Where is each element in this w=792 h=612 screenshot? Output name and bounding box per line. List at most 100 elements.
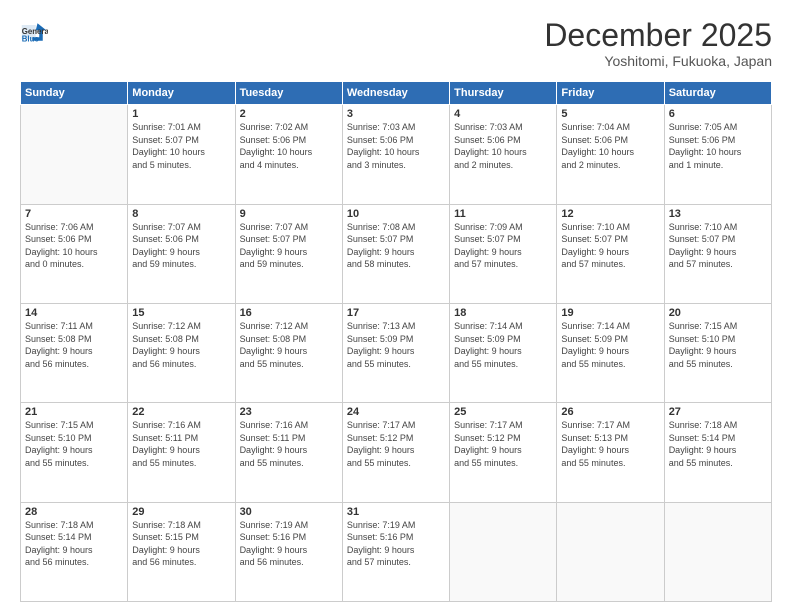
day-info: Sunrise: 7:11 AM Sunset: 5:08 PM Dayligh…	[25, 320, 123, 370]
day-info: Sunrise: 7:12 AM Sunset: 5:08 PM Dayligh…	[132, 320, 230, 370]
day-number: 9	[240, 208, 338, 220]
day-info: Sunrise: 7:02 AM Sunset: 5:06 PM Dayligh…	[240, 121, 338, 171]
day-number: 7	[25, 208, 123, 220]
day-cell-1-0: 7Sunrise: 7:06 AM Sunset: 5:06 PM Daylig…	[21, 204, 128, 303]
logo: General Blue	[20, 18, 48, 46]
day-cell-0-2: 2Sunrise: 7:02 AM Sunset: 5:06 PM Daylig…	[235, 105, 342, 204]
day-cell-0-5: 5Sunrise: 7:04 AM Sunset: 5:06 PM Daylig…	[557, 105, 664, 204]
day-info: Sunrise: 7:15 AM Sunset: 5:10 PM Dayligh…	[25, 419, 123, 469]
day-number: 3	[347, 108, 445, 120]
day-number: 6	[669, 108, 767, 120]
day-cell-0-0	[21, 105, 128, 204]
day-number: 31	[347, 506, 445, 518]
day-cell-3-5: 26Sunrise: 7:17 AM Sunset: 5:13 PM Dayli…	[557, 403, 664, 502]
day-number: 1	[132, 108, 230, 120]
day-cell-2-6: 20Sunrise: 7:15 AM Sunset: 5:10 PM Dayli…	[664, 303, 771, 402]
day-number: 30	[240, 506, 338, 518]
day-info: Sunrise: 7:07 AM Sunset: 5:07 PM Dayligh…	[240, 221, 338, 271]
day-number: 16	[240, 307, 338, 319]
day-cell-0-3: 3Sunrise: 7:03 AM Sunset: 5:06 PM Daylig…	[342, 105, 449, 204]
day-number: 22	[132, 406, 230, 418]
weekday-header-row: Sunday Monday Tuesday Wednesday Thursday…	[21, 82, 772, 105]
day-number: 13	[669, 208, 767, 220]
day-info: Sunrise: 7:17 AM Sunset: 5:12 PM Dayligh…	[454, 419, 552, 469]
day-info: Sunrise: 7:17 AM Sunset: 5:12 PM Dayligh…	[347, 419, 445, 469]
day-number: 8	[132, 208, 230, 220]
day-cell-3-2: 23Sunrise: 7:16 AM Sunset: 5:11 PM Dayli…	[235, 403, 342, 502]
day-cell-1-6: 13Sunrise: 7:10 AM Sunset: 5:07 PM Dayli…	[664, 204, 771, 303]
day-cell-2-1: 15Sunrise: 7:12 AM Sunset: 5:08 PM Dayli…	[128, 303, 235, 402]
day-cell-3-1: 22Sunrise: 7:16 AM Sunset: 5:11 PM Dayli…	[128, 403, 235, 502]
svg-text:Blue: Blue	[22, 35, 40, 44]
day-cell-2-2: 16Sunrise: 7:12 AM Sunset: 5:08 PM Dayli…	[235, 303, 342, 402]
day-number: 27	[669, 406, 767, 418]
day-number: 2	[240, 108, 338, 120]
day-cell-4-3: 31Sunrise: 7:19 AM Sunset: 5:16 PM Dayli…	[342, 502, 449, 601]
day-cell-4-6	[664, 502, 771, 601]
day-cell-4-4	[450, 502, 557, 601]
day-info: Sunrise: 7:18 AM Sunset: 5:14 PM Dayligh…	[25, 519, 123, 569]
day-info: Sunrise: 7:16 AM Sunset: 5:11 PM Dayligh…	[132, 419, 230, 469]
day-cell-1-2: 9Sunrise: 7:07 AM Sunset: 5:07 PM Daylig…	[235, 204, 342, 303]
day-cell-1-3: 10Sunrise: 7:08 AM Sunset: 5:07 PM Dayli…	[342, 204, 449, 303]
day-cell-1-1: 8Sunrise: 7:07 AM Sunset: 5:06 PM Daylig…	[128, 204, 235, 303]
day-info: Sunrise: 7:10 AM Sunset: 5:07 PM Dayligh…	[561, 221, 659, 271]
day-number: 12	[561, 208, 659, 220]
day-info: Sunrise: 7:13 AM Sunset: 5:09 PM Dayligh…	[347, 320, 445, 370]
day-number: 11	[454, 208, 552, 220]
day-number: 10	[347, 208, 445, 220]
day-info: Sunrise: 7:06 AM Sunset: 5:06 PM Dayligh…	[25, 221, 123, 271]
week-row-1: 1Sunrise: 7:01 AM Sunset: 5:07 PM Daylig…	[21, 105, 772, 204]
col-monday: Monday	[128, 82, 235, 105]
day-info: Sunrise: 7:18 AM Sunset: 5:15 PM Dayligh…	[132, 519, 230, 569]
day-number: 4	[454, 108, 552, 120]
week-row-3: 14Sunrise: 7:11 AM Sunset: 5:08 PM Dayli…	[21, 303, 772, 402]
week-row-5: 28Sunrise: 7:18 AM Sunset: 5:14 PM Dayli…	[21, 502, 772, 601]
day-number: 17	[347, 307, 445, 319]
day-info: Sunrise: 7:14 AM Sunset: 5:09 PM Dayligh…	[561, 320, 659, 370]
calendar-body: 1Sunrise: 7:01 AM Sunset: 5:07 PM Daylig…	[21, 105, 772, 602]
day-number: 19	[561, 307, 659, 319]
day-cell-1-4: 11Sunrise: 7:09 AM Sunset: 5:07 PM Dayli…	[450, 204, 557, 303]
day-info: Sunrise: 7:18 AM Sunset: 5:14 PM Dayligh…	[669, 419, 767, 469]
day-cell-4-0: 28Sunrise: 7:18 AM Sunset: 5:14 PM Dayli…	[21, 502, 128, 601]
day-info: Sunrise: 7:09 AM Sunset: 5:07 PM Dayligh…	[454, 221, 552, 271]
col-tuesday: Tuesday	[235, 82, 342, 105]
day-cell-2-0: 14Sunrise: 7:11 AM Sunset: 5:08 PM Dayli…	[21, 303, 128, 402]
day-number: 23	[240, 406, 338, 418]
col-friday: Friday	[557, 82, 664, 105]
week-row-4: 21Sunrise: 7:15 AM Sunset: 5:10 PM Dayli…	[21, 403, 772, 502]
day-info: Sunrise: 7:16 AM Sunset: 5:11 PM Dayligh…	[240, 419, 338, 469]
col-thursday: Thursday	[450, 82, 557, 105]
day-info: Sunrise: 7:12 AM Sunset: 5:08 PM Dayligh…	[240, 320, 338, 370]
day-number: 5	[561, 108, 659, 120]
day-cell-3-4: 25Sunrise: 7:17 AM Sunset: 5:12 PM Dayli…	[450, 403, 557, 502]
day-info: Sunrise: 7:03 AM Sunset: 5:06 PM Dayligh…	[347, 121, 445, 171]
day-number: 21	[25, 406, 123, 418]
day-info: Sunrise: 7:14 AM Sunset: 5:09 PM Dayligh…	[454, 320, 552, 370]
day-info: Sunrise: 7:04 AM Sunset: 5:06 PM Dayligh…	[561, 121, 659, 171]
day-number: 14	[25, 307, 123, 319]
day-info: Sunrise: 7:08 AM Sunset: 5:07 PM Dayligh…	[347, 221, 445, 271]
day-cell-4-2: 30Sunrise: 7:19 AM Sunset: 5:16 PM Dayli…	[235, 502, 342, 601]
day-number: 29	[132, 506, 230, 518]
day-info: Sunrise: 7:10 AM Sunset: 5:07 PM Dayligh…	[669, 221, 767, 271]
calendar-table: Sunday Monday Tuesday Wednesday Thursday…	[20, 81, 772, 602]
day-cell-0-4: 4Sunrise: 7:03 AM Sunset: 5:06 PM Daylig…	[450, 105, 557, 204]
day-number: 15	[132, 307, 230, 319]
day-info: Sunrise: 7:07 AM Sunset: 5:06 PM Dayligh…	[132, 221, 230, 271]
day-cell-3-3: 24Sunrise: 7:17 AM Sunset: 5:12 PM Dayli…	[342, 403, 449, 502]
day-cell-2-4: 18Sunrise: 7:14 AM Sunset: 5:09 PM Dayli…	[450, 303, 557, 402]
day-number: 20	[669, 307, 767, 319]
month-title: December 2025	[544, 18, 772, 53]
week-row-2: 7Sunrise: 7:06 AM Sunset: 5:06 PM Daylig…	[21, 204, 772, 303]
day-cell-0-1: 1Sunrise: 7:01 AM Sunset: 5:07 PM Daylig…	[128, 105, 235, 204]
day-info: Sunrise: 7:01 AM Sunset: 5:07 PM Dayligh…	[132, 121, 230, 171]
col-sunday: Sunday	[21, 82, 128, 105]
day-info: Sunrise: 7:19 AM Sunset: 5:16 PM Dayligh…	[240, 519, 338, 569]
day-number: 24	[347, 406, 445, 418]
day-cell-4-1: 29Sunrise: 7:18 AM Sunset: 5:15 PM Dayli…	[128, 502, 235, 601]
logo-icon: General Blue	[20, 18, 48, 46]
day-cell-3-6: 27Sunrise: 7:18 AM Sunset: 5:14 PM Dayli…	[664, 403, 771, 502]
header: General Blue December 2025 Yoshitomi, Fu…	[20, 18, 772, 69]
